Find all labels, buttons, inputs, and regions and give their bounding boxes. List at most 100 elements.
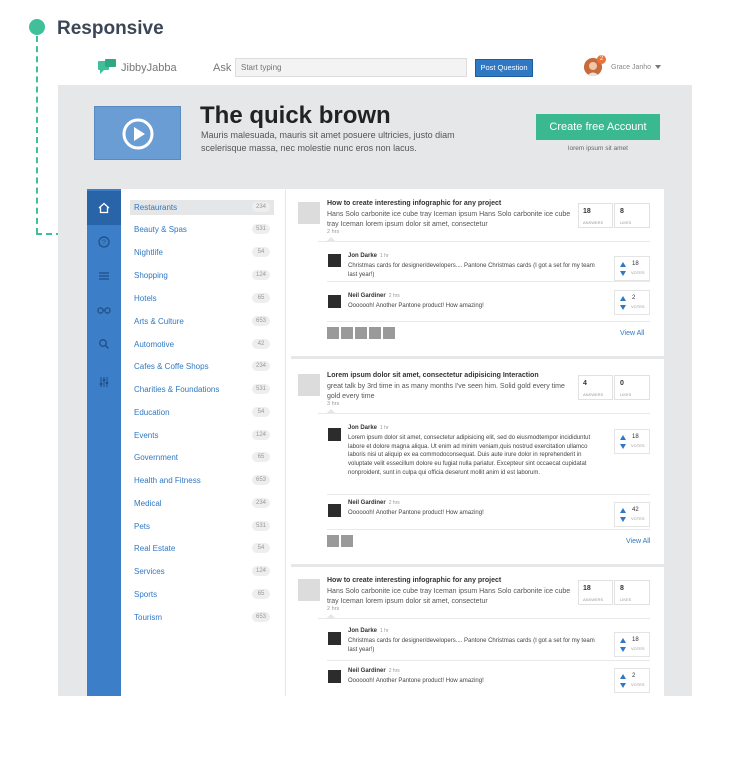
category-item[interactable]: Pets 531	[130, 519, 274, 534]
reply-author[interactable]: Neil Gardiner 2 hrs	[348, 668, 400, 674]
reply-avatar[interactable]	[328, 428, 341, 441]
cta-subtext: lorem ipsum sit amet	[568, 145, 628, 152]
category-item[interactable]: Sports 65	[130, 587, 274, 602]
category-item[interactable]: Automotive 42	[130, 337, 274, 352]
vote-control[interactable]: 18 VOTES	[614, 429, 650, 454]
question-title[interactable]: Lorem ipsum dolor sit amet, consectetur …	[327, 372, 577, 379]
upvote-icon[interactable]	[620, 674, 626, 679]
reply-author[interactable]: Neil Gardiner 2 hrs	[348, 293, 400, 299]
category-item[interactable]: Government 65	[130, 450, 274, 465]
reply-author-name: Neil Gardiner	[348, 293, 386, 299]
nav-menu[interactable]	[87, 259, 121, 293]
reply-avatar[interactable]	[328, 670, 341, 683]
user-name[interactable]: Grace Janho	[611, 64, 651, 71]
downvote-icon[interactable]	[620, 683, 626, 688]
question-avatar[interactable]	[298, 579, 320, 601]
likes-count: 8	[620, 585, 624, 592]
category-item[interactable]: Nightlife 54	[130, 245, 274, 260]
reply-avatar[interactable]	[328, 632, 341, 645]
nav-search[interactable]	[87, 327, 121, 361]
upvote-icon[interactable]	[620, 262, 626, 267]
reply-author[interactable]: Jon Darke 1 hr	[348, 253, 389, 259]
question-text: Hans Solo carbonite ice cube tray Iceman…	[327, 211, 571, 228]
media-thumbnail[interactable]	[327, 327, 339, 339]
answers-stat[interactable]: 4 ANSWERS	[578, 375, 613, 400]
reply-avatar[interactable]	[328, 254, 341, 267]
reply-author[interactable]: Neil Gardiner 2 hrs	[348, 500, 400, 506]
category-label: Automotive	[134, 340, 175, 349]
category-item[interactable]: Charities & Foundations 531	[130, 382, 274, 397]
chevron-down-icon[interactable]	[655, 65, 661, 69]
category-item[interactable]: Shopping 124	[130, 268, 274, 283]
category-item[interactable]: Services 124	[130, 564, 274, 579]
nav-glasses[interactable]	[87, 293, 121, 327]
post-question-button[interactable]: Post Question	[475, 59, 533, 77]
notification-badge[interactable]: 2	[597, 55, 606, 64]
answers-stat[interactable]: 18 ANSWERS	[578, 580, 613, 605]
reply-avatar[interactable]	[328, 295, 341, 308]
category-label: Restaurants	[134, 203, 178, 212]
category-item[interactable]: Cafes & Coffe Shops 234	[130, 359, 274, 374]
view-all-link[interactable]: View All	[620, 330, 644, 337]
reply-time: 1 hr	[380, 628, 389, 634]
category-count-badge: 531	[252, 384, 270, 394]
downvote-icon[interactable]	[620, 271, 626, 276]
category-item[interactable]: Medical 234	[130, 496, 274, 511]
downvote-icon[interactable]	[620, 517, 626, 522]
chat-logo-icon[interactable]	[98, 59, 117, 75]
category-label: Hotels	[134, 294, 157, 303]
category-item[interactable]: Arts & Culture 653	[130, 314, 274, 329]
create-account-button[interactable]: Create free Account	[536, 114, 660, 140]
media-thumbnail[interactable]	[341, 535, 353, 547]
upvote-icon[interactable]	[620, 508, 626, 513]
category-item[interactable]: Events 124	[130, 428, 274, 443]
vote-control[interactable]: 18 VOTES	[614, 632, 650, 657]
video-thumbnail[interactable]	[94, 106, 181, 160]
view-all-link[interactable]: View All	[626, 538, 650, 545]
category-item[interactable]: Education 54	[130, 405, 274, 420]
upvote-icon[interactable]	[620, 638, 626, 643]
nav-questions[interactable]: ?	[87, 225, 121, 259]
question-time: 2 hrs	[327, 229, 340, 235]
question-title[interactable]: How to create interesting infographic fo…	[327, 200, 577, 207]
vote-control[interactable]: 2 VOTES	[614, 668, 650, 693]
downvote-icon[interactable]	[620, 305, 626, 310]
likes-stat[interactable]: 8 LIKES	[614, 580, 650, 605]
nav-settings[interactable]	[87, 365, 121, 399]
media-thumbnail[interactable]	[355, 327, 367, 339]
question-avatar[interactable]	[298, 374, 320, 396]
app-logo-text[interactable]: JibbyJabba	[121, 62, 177, 74]
reply-avatar[interactable]	[328, 504, 341, 517]
downvote-icon[interactable]	[620, 444, 626, 449]
category-item[interactable]: Restaurants 234	[130, 200, 274, 215]
media-thumbnail[interactable]	[383, 327, 395, 339]
reply-author[interactable]: Jon Darke 1 hr	[348, 425, 389, 431]
vote-control[interactable]: 18 VOTES	[614, 256, 650, 281]
nav-home[interactable]	[87, 191, 121, 225]
upvote-icon[interactable]	[620, 435, 626, 440]
answers-stat[interactable]: 18 ANSWERS	[578, 203, 613, 228]
media-thumbnail[interactable]	[369, 327, 381, 339]
likes-stat[interactable]: 8 LIKES	[614, 203, 650, 228]
category-label: Health and Fitness	[134, 476, 201, 485]
likes-stat[interactable]: 0 LIKES	[614, 375, 650, 400]
downvote-icon[interactable]	[620, 647, 626, 652]
vote-count: 2	[632, 295, 636, 301]
play-icon[interactable]	[95, 107, 182, 161]
media-thumbnail[interactable]	[327, 535, 339, 547]
media-thumbnail[interactable]	[341, 327, 353, 339]
question-title[interactable]: How to create interesting infographic fo…	[327, 577, 577, 584]
upvote-icon[interactable]	[620, 296, 626, 301]
vote-control[interactable]: 42 VOTES	[614, 502, 650, 527]
reply-author[interactable]: Jon Darke 1 hr	[348, 628, 389, 634]
category-item[interactable]: Beauty & Spas 531	[130, 222, 274, 237]
search-input[interactable]	[235, 58, 467, 77]
likes-count: 8	[620, 208, 624, 215]
category-item[interactable]: Health and Fitness 653	[130, 473, 274, 488]
question-avatar[interactable]	[298, 202, 320, 224]
category-item[interactable]: Hotels 65	[130, 291, 274, 306]
category-item[interactable]: Real Estate 54	[130, 541, 274, 556]
vote-count: 18	[632, 261, 639, 267]
vote-control[interactable]: 2 VOTES	[614, 290, 650, 315]
category-item[interactable]: Tourism 653	[130, 610, 274, 625]
